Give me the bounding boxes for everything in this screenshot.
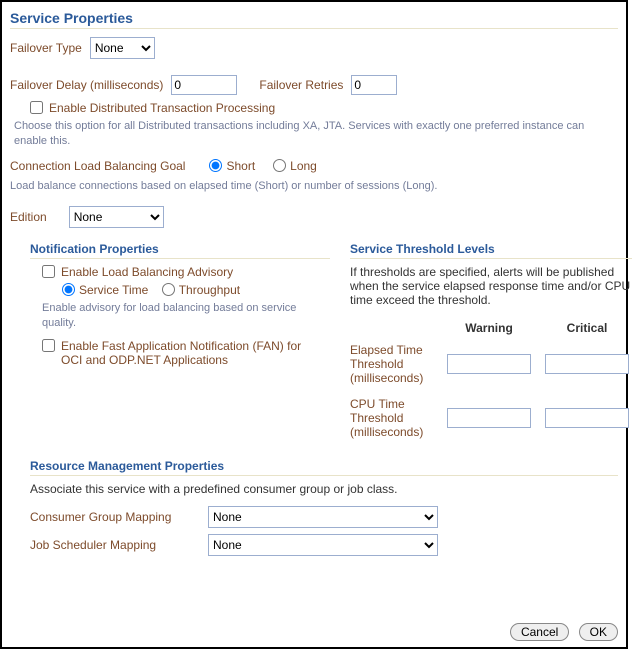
page-title: Service Properties xyxy=(10,10,618,26)
thresholds-help: If thresholds are specified, alerts will… xyxy=(350,265,632,307)
clb-long-label: Long xyxy=(290,159,317,173)
clb-short-radio[interactable] xyxy=(209,159,222,172)
rmp-desc: Associate this service with a predefined… xyxy=(30,482,618,496)
edition-select[interactable]: None xyxy=(69,206,164,228)
clb-goal-label: Connection Load Balancing Goal xyxy=(10,159,185,173)
thresholds-heading: Service Threshold Levels xyxy=(350,242,632,256)
enable-dtp-label: Enable Distributed Transaction Processin… xyxy=(49,101,275,115)
ok-button[interactable]: OK xyxy=(579,623,618,641)
cancel-button[interactable]: Cancel xyxy=(510,623,569,641)
failover-type-select[interactable]: None xyxy=(90,37,155,59)
edition-label: Edition xyxy=(10,210,47,224)
clb-long-radio[interactable] xyxy=(273,159,286,172)
enable-lba-checkbox[interactable] xyxy=(42,265,55,278)
rmp-heading: Resource Management Properties xyxy=(30,459,618,473)
cgm-label: Consumer Group Mapping xyxy=(30,510,200,524)
cpu-threshold-label: CPU Time Threshold (milliseconds) xyxy=(350,397,440,439)
jsm-select[interactable]: None xyxy=(208,534,438,556)
failover-delay-label: Failover Delay (milliseconds) xyxy=(10,78,163,92)
failover-retries-label: Failover Retries xyxy=(259,78,343,92)
elapsed-warning-input[interactable] xyxy=(447,354,531,374)
warning-col-header: Warning xyxy=(440,321,538,335)
cpu-critical-input[interactable] xyxy=(545,408,629,428)
throughput-radio[interactable] xyxy=(162,283,175,296)
enable-dtp-checkbox[interactable] xyxy=(30,101,43,114)
clb-short-label: Short xyxy=(226,159,255,173)
failover-retries-input[interactable] xyxy=(351,75,397,95)
jsm-label: Job Scheduler Mapping xyxy=(30,538,200,552)
divider xyxy=(30,258,330,259)
failover-type-label: Failover Type xyxy=(10,41,82,55)
cpu-warning-input[interactable] xyxy=(447,408,531,428)
notification-heading: Notification Properties xyxy=(30,242,330,256)
failover-delay-input[interactable] xyxy=(171,75,237,95)
cgm-select[interactable]: None xyxy=(208,506,438,528)
elapsed-critical-input[interactable] xyxy=(545,354,629,374)
enable-fan-label: Enable Fast Application Notification (FA… xyxy=(61,339,321,367)
throughput-label: Throughput xyxy=(179,283,240,297)
enable-fan-checkbox[interactable] xyxy=(42,339,55,352)
enable-lba-label: Enable Load Balancing Advisory xyxy=(61,265,233,279)
enable-dtp-help: Choose this option for all Distributed t… xyxy=(14,119,618,149)
service-time-label: Service Time xyxy=(79,283,148,297)
lba-help: Enable advisory for load balancing based… xyxy=(42,301,330,331)
critical-col-header: Critical xyxy=(538,321,632,335)
divider xyxy=(350,258,632,259)
divider xyxy=(10,28,618,29)
clb-help: Load balance connections based on elapse… xyxy=(10,179,618,194)
elapsed-threshold-label: Elapsed Time Threshold (milliseconds) xyxy=(350,343,440,385)
service-time-radio[interactable] xyxy=(62,283,75,296)
divider xyxy=(30,475,618,476)
